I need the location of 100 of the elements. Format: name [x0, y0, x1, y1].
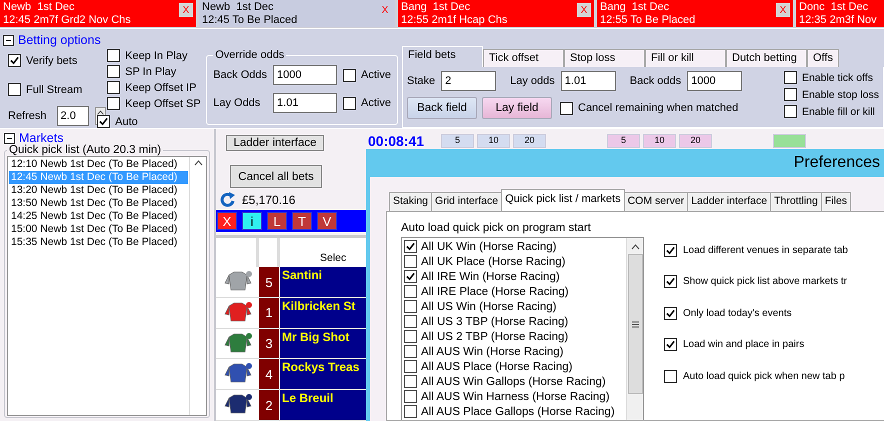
tab[interactable]: Offs	[807, 49, 839, 67]
tab[interactable]: Ladder interface	[687, 192, 772, 211]
checkbox-label: Only load today's events	[683, 308, 792, 318]
checkbox-label: All AUS Win (Horse Racing)	[421, 346, 564, 358]
runner-number: 5	[259, 267, 280, 297]
race-tab[interactable]: Bang 1st Dec 12:55 To Be Placed X	[597, 0, 793, 27]
collapse-icon[interactable]	[3, 34, 14, 46]
checkbox[interactable]	[404, 255, 417, 268]
checkbox[interactable]	[343, 68, 356, 82]
checkbox[interactable]	[404, 270, 417, 283]
list-item[interactable]: 15:35 Newb 1st Dec (To Be Placed)	[9, 236, 188, 249]
checkbox[interactable]	[404, 405, 417, 418]
checkbox[interactable]	[404, 285, 417, 298]
checkbox[interactable]	[8, 83, 21, 96]
tab[interactable]: COM server	[624, 192, 688, 211]
race-tab[interactable]: Newb 1st Dec 12:45 2m7f Grd2 Nov Chs X	[0, 0, 196, 27]
race-tab[interactable]: Newb 1st Dec 12:45 To Be Placed X	[199, 0, 395, 27]
tab[interactable]: Fill or kill	[645, 49, 726, 67]
checkbox[interactable]	[404, 390, 417, 403]
tool-button[interactable]: X	[217, 212, 237, 230]
stake-button[interactable]: 20	[513, 134, 546, 148]
checkbox[interactable]	[107, 81, 120, 94]
tool-button[interactable]: i	[242, 212, 262, 230]
checkbox[interactable]	[107, 65, 120, 78]
tab[interactable]: Throttling	[770, 192, 822, 211]
tab[interactable]: Stop loss	[564, 49, 645, 67]
checkbox[interactable]	[664, 244, 677, 256]
checkbox[interactable]	[784, 71, 797, 84]
race-label: 12:45 To Be Placed	[202, 14, 298, 26]
input-field[interactable]: 1.01	[560, 71, 616, 91]
list-item[interactable]: 15:00 Newb 1st Dec (To Be Placed)	[9, 223, 188, 236]
checkbox[interactable]	[664, 338, 677, 351]
stake-button[interactable]: 5	[441, 134, 474, 148]
checkbox-label: Keep In Play	[125, 50, 188, 62]
stake-button[interactable]: 10	[643, 134, 676, 148]
stake-button[interactable]: 10	[477, 134, 510, 148]
checkbox[interactable]	[404, 360, 417, 373]
refresh-field[interactable]: 2.0	[56, 106, 89, 126]
tab[interactable]: Files	[820, 192, 852, 211]
tool-button[interactable]: T	[292, 212, 312, 230]
odds-label: Back Odds	[213, 69, 268, 81]
checkbox[interactable]	[107, 49, 120, 62]
checkbox[interactable]	[404, 300, 417, 313]
checkbox[interactable]	[560, 102, 573, 114]
checkbox[interactable]	[107, 97, 120, 110]
checkbox[interactable]	[343, 96, 356, 110]
runner-name: Rockys Treas	[280, 359, 366, 390]
tool-button[interactable]: V	[317, 212, 337, 230]
checkbox-label: Enable fill or kill	[802, 106, 875, 118]
checkbox[interactable]	[404, 315, 417, 328]
tool-button[interactable]: L	[267, 212, 287, 230]
tab[interactable]: Staking	[389, 192, 432, 211]
input-field[interactable]: 1000	[687, 71, 742, 91]
list-item[interactable]: 12:10 Newb 1st Dec (To Be Placed)	[9, 158, 188, 171]
tab[interactable]: Quick pick list / markets	[501, 189, 625, 211]
tab[interactable]: Dutch betting	[726, 49, 807, 67]
balance-label: £5,170.16	[242, 193, 296, 208]
odds-label: Lay Odds	[213, 97, 262, 109]
tab[interactable]: Tick offset	[483, 49, 564, 67]
collapse-icon[interactable]	[4, 132, 15, 144]
input-field[interactable]: 1.01	[273, 93, 338, 113]
race-tab[interactable]: Donc 1st Dec 12:35 2m3f Nov	[796, 0, 884, 27]
runner-number: 1	[259, 298, 280, 328]
lay-field-button[interactable]: Lay field	[482, 97, 552, 119]
grip-icon	[632, 320, 638, 328]
checkbox[interactable]	[664, 370, 677, 382]
runner-name: Kilbricken St	[280, 298, 366, 328]
race-tab[interactable]: Bang 1st Dec 12:55 2m1f Hcap Chs X	[398, 0, 594, 27]
tab[interactable]: Grid interface	[431, 192, 502, 211]
venue-label: Bang 1st Dec	[401, 1, 472, 14]
cancel-all-bets-button[interactable]: Cancel all bets	[230, 164, 322, 188]
refresh-label: Refresh	[8, 110, 47, 122]
checkbox[interactable]	[8, 54, 21, 67]
input-field[interactable]: 1000	[273, 65, 338, 85]
checkbox[interactable]	[664, 275, 677, 288]
list-item[interactable]: 13:50 Newb 1st Dec (To Be Placed)	[9, 197, 188, 210]
checkbox-label: All UK Place (Horse Racing)	[421, 256, 566, 268]
tab[interactable]: Field bets	[402, 46, 483, 67]
checkbox-label: Keep Offset IP	[125, 82, 196, 94]
back-field-button[interactable]: Back field	[407, 97, 477, 119]
list-item[interactable]: 13:20 Newb 1st Dec (To Be Placed)	[9, 184, 188, 197]
checkbox[interactable]	[404, 345, 417, 358]
checkbox[interactable]	[404, 375, 417, 388]
ladder-interface-button[interactable]: Ladder interface	[226, 135, 324, 151]
runner-number: 4	[259, 359, 280, 390]
stake-button[interactable]: 20	[679, 134, 712, 148]
checkbox[interactable]	[404, 240, 417, 253]
stake-button[interactable]: 5	[607, 134, 640, 148]
checkbox[interactable]	[784, 88, 797, 101]
checkbox-label: All AUS Place (Horse Racing)	[421, 360, 572, 372]
checkbox[interactable]	[784, 105, 797, 118]
runner-name: Mr Big Shot	[280, 328, 366, 358]
field-label: Back odds	[630, 75, 682, 87]
input-field[interactable]: 2	[441, 71, 496, 91]
checkbox[interactable]	[404, 330, 417, 343]
scroll-up-icon	[630, 244, 640, 250]
list-item[interactable]: 14:25 Newb 1st Dec (To Be Placed)	[9, 210, 188, 223]
checkbox[interactable]	[664, 306, 677, 320]
scrollbar-thumb[interactable]	[628, 254, 642, 394]
checkbox[interactable]	[97, 115, 110, 128]
